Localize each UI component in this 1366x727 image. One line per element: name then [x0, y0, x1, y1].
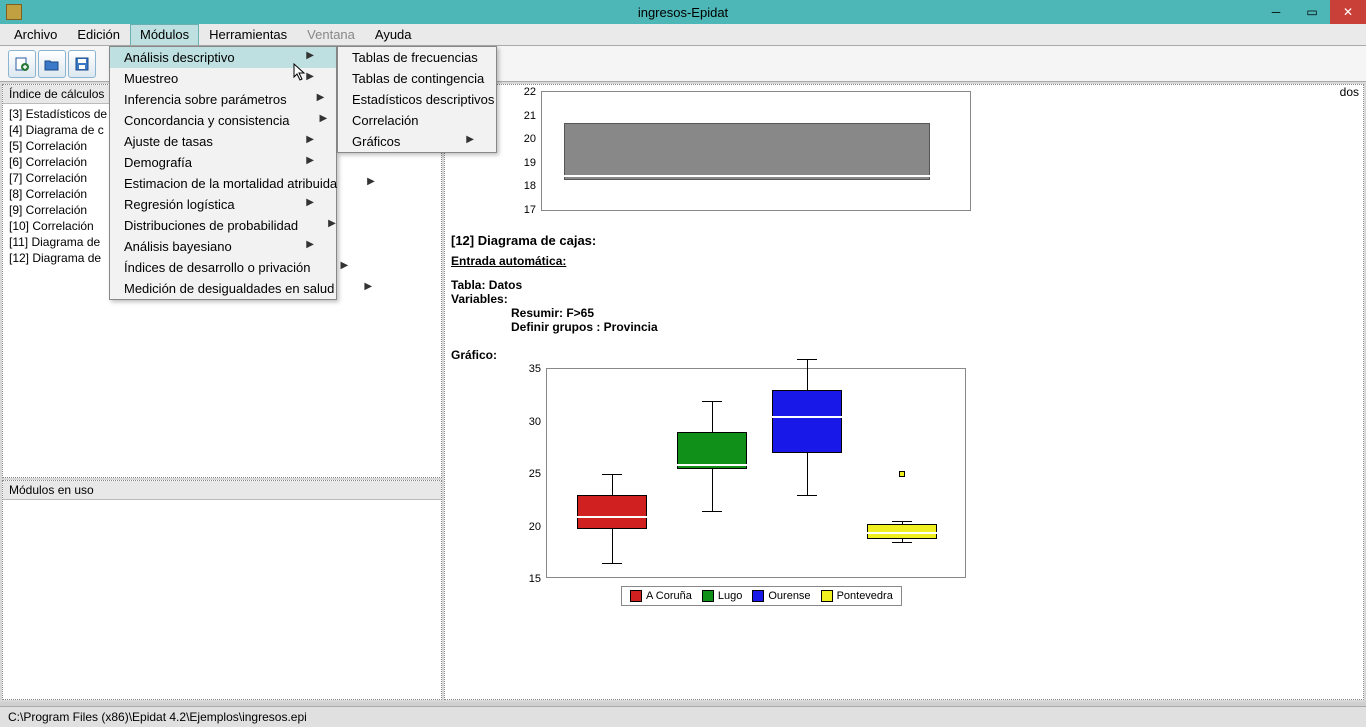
window-title: ingresos-Epidat — [0, 5, 1366, 20]
submenu-item[interactable]: Correlación — [338, 110, 496, 131]
boxplot-chart: 1520253035 — [546, 368, 966, 578]
modulos-dropdown[interactable]: Análisis descriptivo▶Muestreo▶Inferencia… — [109, 46, 337, 300]
new-button[interactable] — [8, 50, 36, 78]
menu-item[interactable]: Inferencia sobre parámetros▶ — [110, 89, 336, 110]
status-path: C:\Program Files (x86)\Epidat 4.2\Ejempl… — [8, 710, 307, 724]
close-button[interactable]: ✕ — [1330, 0, 1366, 24]
menu-item[interactable]: Estimacion de la mortalidad atribuida▶ — [110, 173, 336, 194]
save-icon — [74, 56, 90, 72]
app-icon — [6, 4, 22, 20]
resumir-label: Resumir: F>65 — [511, 306, 1357, 320]
menu-item[interactable]: Muestreo▶ — [110, 68, 336, 89]
legend-item: Lugo — [702, 590, 742, 602]
boxplot-legend: A Coruña Lugo Ourense Pontevedra — [621, 586, 902, 606]
legend-item: A Coruña — [630, 590, 692, 602]
top-boxplot-fragment: 22 21 20 19 18 17 — [541, 91, 971, 211]
tabla-label: Tabla: Datos — [451, 278, 1357, 292]
menu-item[interactable]: Análisis descriptivo▶ — [110, 47, 336, 68]
submenu-item[interactable]: Estadísticos descriptivos — [338, 89, 496, 110]
menu-item[interactable]: Regresión logística▶ — [110, 194, 336, 215]
menu-ayuda[interactable]: Ayuda — [365, 24, 422, 45]
top-box-median — [564, 175, 930, 177]
menu-item[interactable]: Demografía▶ — [110, 152, 336, 173]
modules-panel-title: Módulos en uso — [3, 481, 441, 500]
definir-label: Definir grupos : Provincia — [511, 320, 1357, 334]
menu-item[interactable]: Concordancia y consistencia▶ — [110, 110, 336, 131]
open-button[interactable] — [38, 50, 66, 78]
menu-bar: Archivo Edición Módulos Herramientas Ven… — [0, 24, 1366, 46]
variables-label: Variables: — [451, 292, 1357, 306]
title-bar: ingresos-Epidat ─ ▭ ✕ — [0, 0, 1366, 24]
menu-item[interactable]: Medición de desigualdades en salud▶ — [110, 278, 336, 299]
legend-item: Pontevedra — [821, 590, 893, 602]
menu-ventana[interactable]: Ventana — [297, 24, 365, 45]
menu-archivo[interactable]: Archivo — [4, 24, 67, 45]
result-title: [12] Diagrama de cajas: — [451, 233, 1357, 248]
menu-item[interactable]: Ajuste de tasas▶ — [110, 131, 336, 152]
status-bar: C:\Program Files (x86)\Epidat 4.2\Ejempl… — [0, 706, 1366, 727]
minimize-button[interactable]: ─ — [1258, 0, 1294, 24]
menu-item[interactable]: Análisis bayesiano▶ — [110, 236, 336, 257]
menu-edicion[interactable]: Edición — [67, 24, 130, 45]
modules-in-use-panel: Módulos en uso — [2, 480, 442, 700]
submenu-item[interactable]: Tablas de contingencia — [338, 68, 496, 89]
maximize-button[interactable]: ▭ — [1294, 0, 1330, 24]
menu-item[interactable]: Índices de desarrollo o privación▶ — [110, 257, 336, 278]
results-pane[interactable]: dos 22 21 20 19 18 17 [12] Diagrama de c… — [444, 84, 1364, 700]
menu-herramientas[interactable]: Herramientas — [199, 24, 297, 45]
modules-list[interactable] — [3, 500, 441, 504]
entrada-label: Entrada automática: — [451, 254, 1357, 268]
menu-item[interactable]: Distribuciones de probabilidad▶ — [110, 215, 336, 236]
analisis-descriptivo-submenu[interactable]: Tablas de frecuenciasTablas de contingen… — [337, 46, 497, 153]
menu-modulos[interactable]: Módulos — [130, 24, 199, 45]
clipped-text: dos — [1340, 85, 1359, 99]
submenu-item[interactable]: Tablas de frecuencias — [338, 47, 496, 68]
new-file-icon — [14, 56, 30, 72]
submenu-item[interactable]: Gráficos▶ — [338, 131, 496, 152]
top-box — [564, 123, 930, 181]
legend-item: Ourense — [752, 590, 810, 602]
folder-open-icon — [44, 56, 60, 72]
grafico-label: Gráfico: — [451, 348, 1357, 362]
save-button[interactable] — [68, 50, 96, 78]
